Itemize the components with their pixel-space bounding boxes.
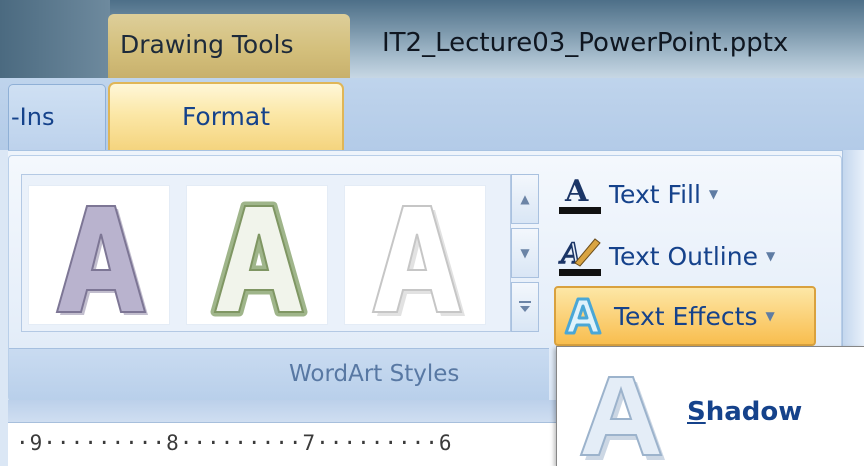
wordart-gallery	[21, 174, 511, 332]
wordart-a-green-icon	[210, 201, 308, 317]
dropdown-arrow-icon: ▼	[765, 309, 775, 323]
wordart-style-green[interactable]	[186, 185, 328, 325]
text-effects-icon	[562, 293, 608, 339]
tab-format-label: Format	[181, 102, 271, 131]
office-button-area	[0, 0, 110, 78]
chevron-up-icon: ▲	[520, 192, 530, 206]
text-outline-label: Text Outline	[609, 241, 758, 271]
dropdown-arrow-icon: ▼	[765, 249, 776, 263]
text-outline-icon: A	[557, 233, 603, 279]
wordart-style-purple[interactable]	[28, 185, 170, 325]
menu-item-shadow[interactable]: Shadow	[557, 357, 864, 466]
contextual-tab-label: Drawing Tools	[120, 30, 294, 59]
gallery-more-icon	[519, 301, 531, 312]
gallery-scroll-down-button[interactable]: ▼	[511, 228, 539, 278]
shadow-effect-icon	[579, 376, 665, 460]
wordart-a-purple-icon	[55, 205, 148, 315]
title-bar: Drawing Tools IT2_Lecture03_PowerPoint.p…	[0, 0, 864, 78]
ribbon-tab-row: -Ins Format	[0, 78, 864, 152]
text-effects-menu: Shadow	[556, 346, 864, 466]
ruler-area: ·9·········8·········7·········6	[8, 400, 556, 466]
gallery-scroll-buttons: ▲ ▼	[511, 174, 539, 332]
ruler-ticks: ·9·········8·········7·········6	[16, 431, 453, 455]
wordart-style-white[interactable]	[344, 185, 486, 325]
tab-add-ins-label: -Ins	[11, 103, 55, 131]
tab-format[interactable]: Format	[108, 82, 344, 152]
text-fill-label: Text Fill	[609, 179, 701, 209]
horizontal-ruler[interactable]: ·9·········8·········7·········6	[8, 422, 556, 466]
gallery-scroll-up-button[interactable]: ▲	[511, 174, 539, 224]
document-title: IT2_Lecture03_PowerPoint.pptx	[382, 28, 789, 58]
svg-text:A: A	[564, 174, 589, 209]
chevron-down-icon: ▼	[520, 246, 530, 260]
dropdown-arrow-icon: ▼	[708, 187, 719, 201]
text-effects-label: Text Effects	[614, 301, 758, 331]
text-outline-button[interactable]: A Text Outline ▼	[557, 230, 827, 282]
text-effects-button[interactable]: Text Effects ▼	[554, 286, 816, 346]
ruler-background	[8, 400, 556, 422]
tab-add-ins[interactable]: -Ins	[8, 84, 106, 150]
text-fill-icon: A	[557, 171, 603, 217]
wordart-a-white-icon	[371, 205, 465, 316]
menu-item-shadow-label: Shadow	[687, 397, 803, 427]
wordart-styles-group-label: WordArt Styles	[289, 361, 460, 387]
text-fill-button[interactable]: A Text Fill ▼	[557, 168, 827, 220]
group-separator	[842, 150, 864, 350]
group-label-bar: WordArt Styles	[9, 348, 549, 402]
gallery-more-button[interactable]	[511, 282, 539, 332]
